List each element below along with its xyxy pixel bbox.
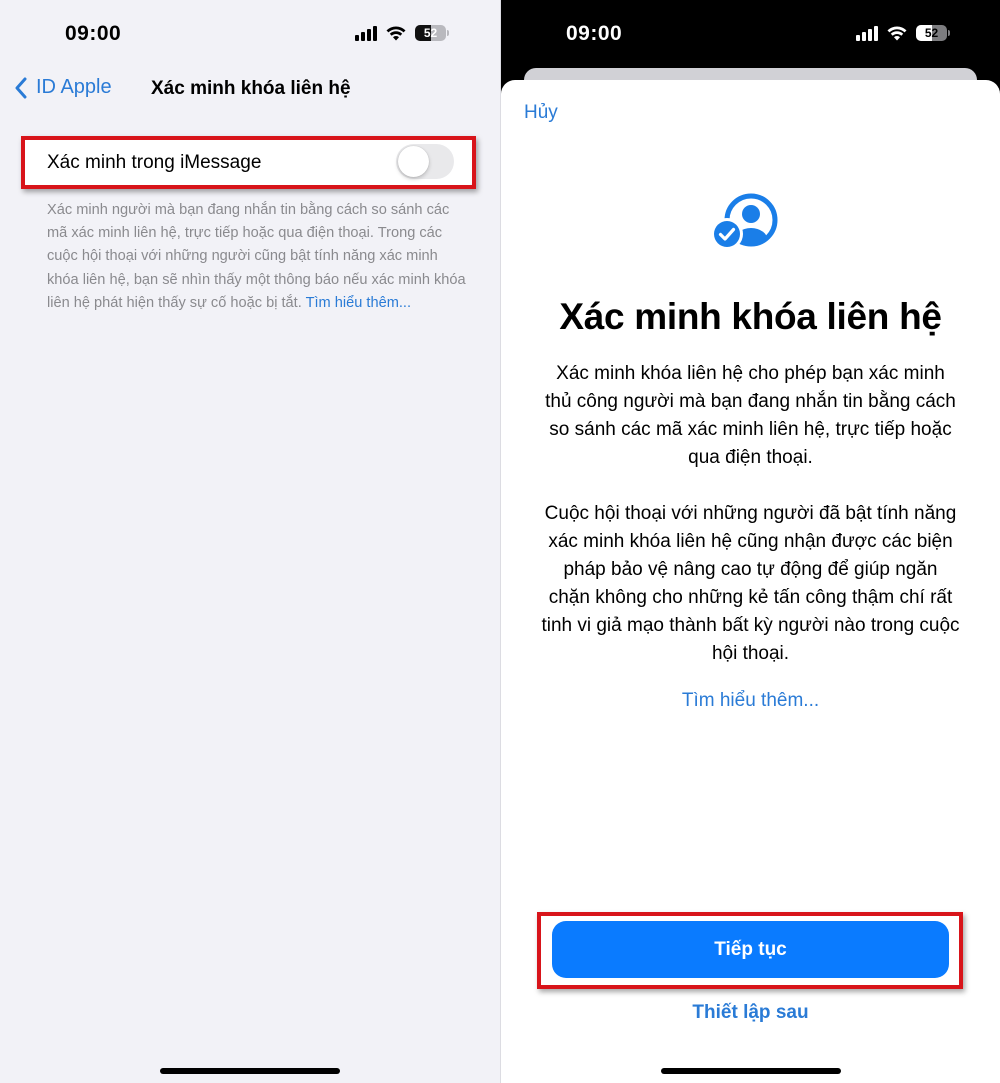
status-icons: 52	[856, 25, 950, 41]
status-time: 09:00	[566, 22, 623, 45]
continue-button[interactable]: Tiếp tục	[552, 921, 949, 978]
back-label: ID Apple	[36, 76, 112, 98]
toggle-knob	[398, 146, 429, 177]
cancel-button[interactable]: Hủy	[524, 102, 558, 124]
home-indicator	[661, 1068, 841, 1074]
battery-level: 52	[924, 26, 939, 40]
set-up-later-button[interactable]: Thiết lập sau	[501, 1002, 1000, 1024]
onboarding-screen: 09:00 52 Hủy Xác minh khóa liên hệ Xác m…	[501, 0, 1000, 1083]
cellular-signal-icon	[355, 25, 377, 41]
navigation-bar: ID Apple Xác minh khóa liên hệ	[0, 68, 500, 110]
wifi-icon	[887, 26, 907, 41]
setting-row-imessage-verification: Xác minh trong iMessage	[22, 137, 474, 187]
learn-more-link[interactable]: Tìm hiểu thêm...	[306, 295, 411, 311]
battery-icon: 52	[415, 25, 446, 41]
home-indicator	[160, 1068, 340, 1074]
learn-more-link[interactable]: Tìm hiểu thêm...	[501, 690, 1000, 712]
cellular-signal-icon	[856, 25, 878, 41]
imessage-verification-toggle[interactable]	[396, 144, 454, 179]
setting-description: Xác minh người mà bạn đang nhắn tin bằng…	[47, 199, 467, 315]
description-paragraph-1: Xác minh khóa liên hệ cho phép bạn xác m…	[545, 363, 956, 468]
setting-label: Xác minh trong iMessage	[47, 152, 262, 173]
battery-icon: 52	[916, 25, 947, 41]
chevron-left-icon	[15, 77, 27, 98]
person-verified-icon	[711, 193, 778, 250]
modal-sheet: Hủy Xác minh khóa liên hệ Xác minh khóa …	[501, 80, 1000, 1083]
status-bar: 09:00 52	[0, 0, 500, 70]
status-icons: 52	[355, 25, 449, 41]
status-time: 09:00	[65, 22, 122, 45]
back-button[interactable]: ID Apple	[14, 76, 112, 99]
battery-level: 52	[423, 26, 438, 40]
status-bar: 09:00 52	[501, 0, 1000, 70]
wifi-icon	[386, 26, 406, 41]
settings-screen: 09:00 52 ID Apple Xác minh khóa liên hệ …	[0, 0, 500, 1083]
description-paragraph-2: Cuộc hội thoại với những người đã bật tí…	[541, 503, 960, 664]
page-title: Xác minh khóa liên hệ	[151, 78, 351, 99]
sheet-title: Xác minh khóa liên hệ	[559, 296, 942, 337]
